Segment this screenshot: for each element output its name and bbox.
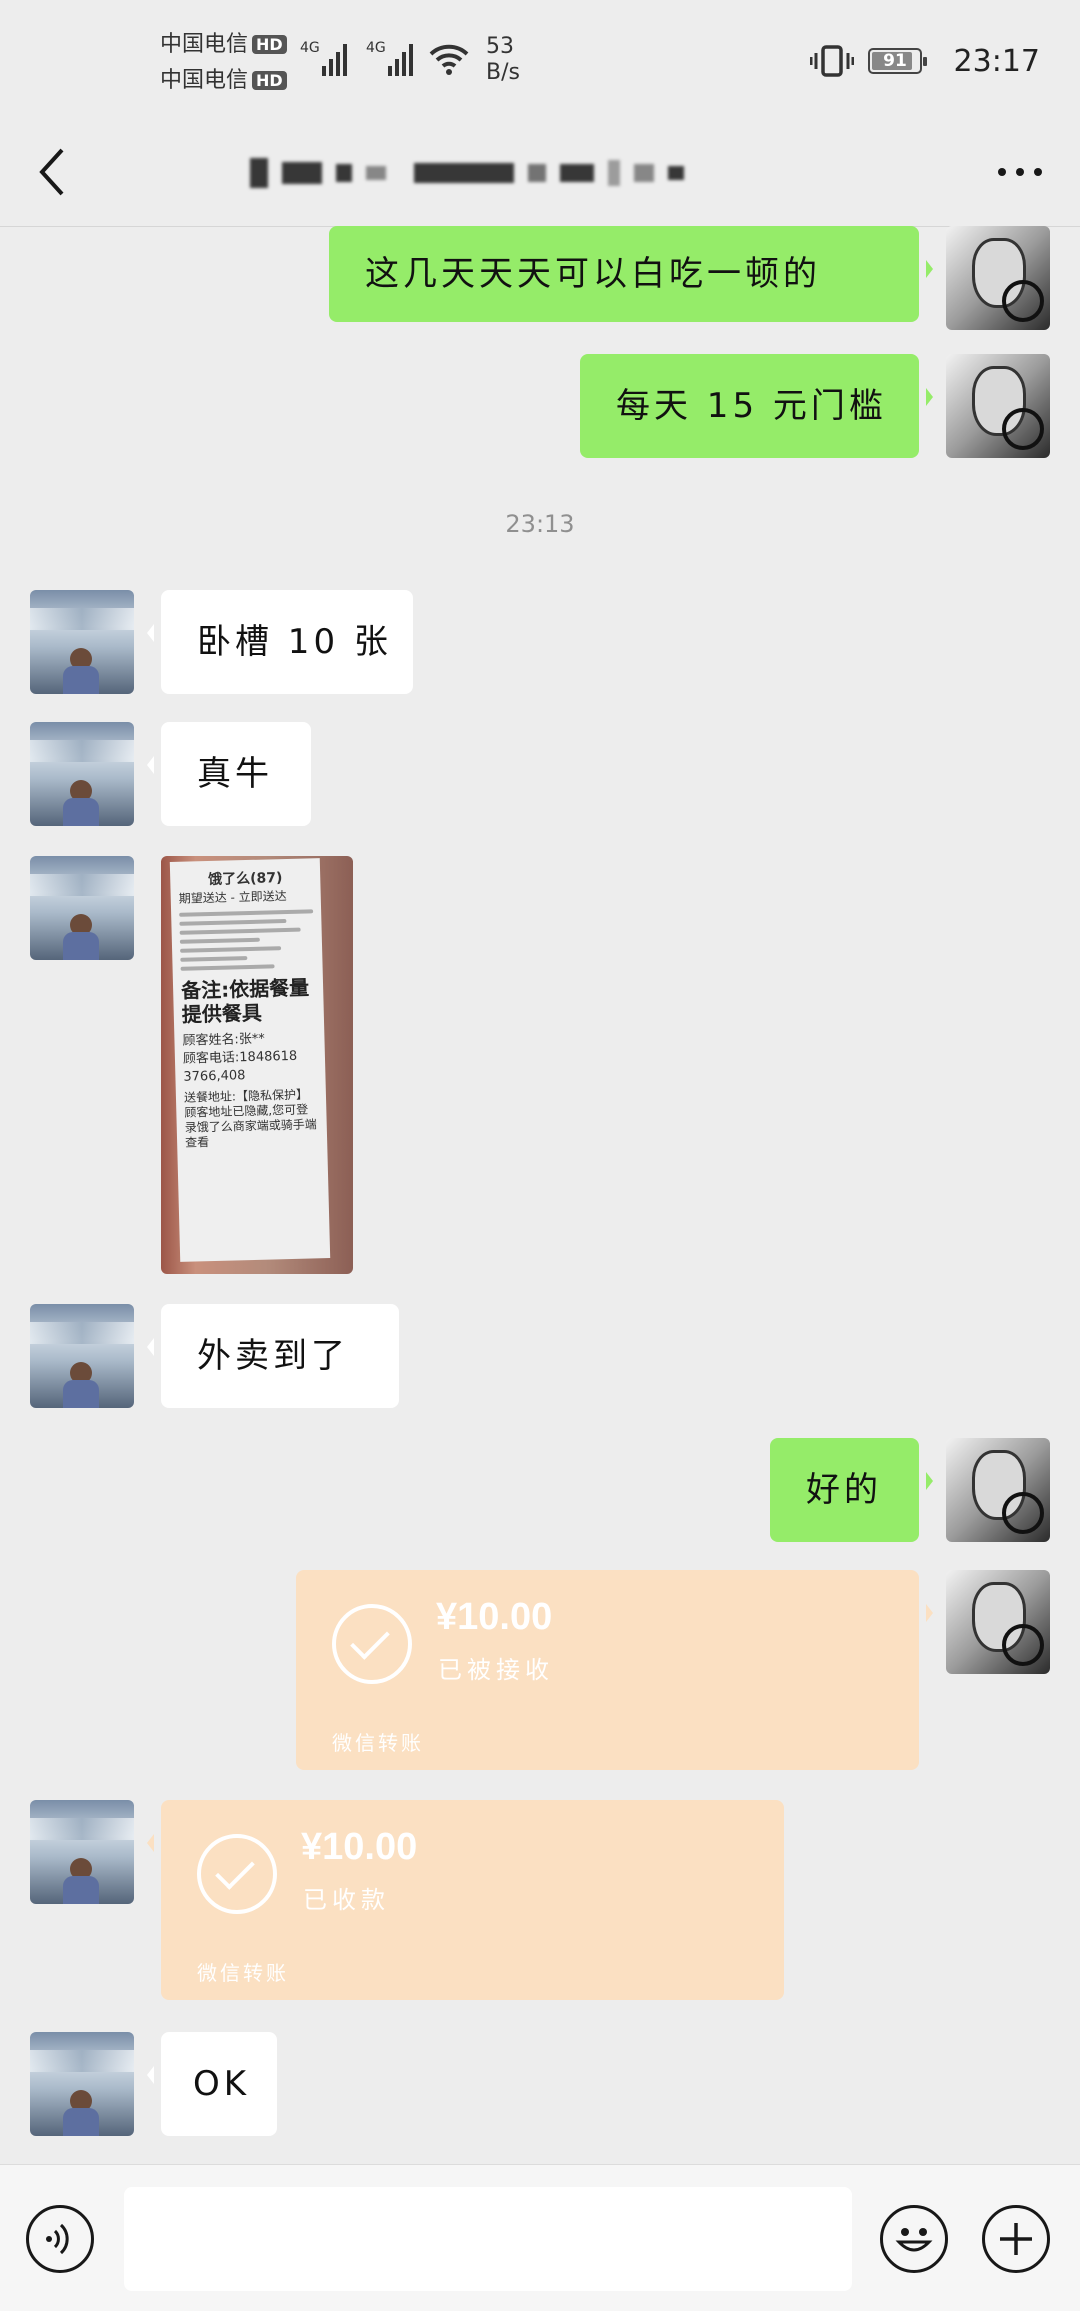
transfer-footer: 微信转账 xyxy=(197,1961,289,1985)
signal-icon xyxy=(322,40,347,76)
carrier-row-1: 中国电信 HD xyxy=(160,26,287,58)
receipt-phone: 顾客电话:1848618 3766,408 xyxy=(182,1048,298,1085)
receipt-privacy: 送餐地址:【隐私保护】顾客地址已隐藏,您可登录饿了么商家端或骑手端查看 xyxy=(183,1087,317,1150)
input-bar xyxy=(0,2164,1080,2311)
status-bar: 中国电信 HD 中国电信 HD 4G 4G 53 B/s 91 23:17 xyxy=(0,0,1080,120)
message-text: 外卖到了 xyxy=(197,1336,349,1376)
battery-icon: 91 xyxy=(868,48,927,74)
back-arrow-icon[interactable] xyxy=(30,142,74,202)
contact-avatar[interactable] xyxy=(30,2032,134,2136)
message-bubble-incoming[interactable]: OK xyxy=(147,2032,277,2136)
voice-icon[interactable] xyxy=(26,2205,94,2273)
message-timestamp: 23:13 xyxy=(505,510,575,538)
carrier-name-1: 中国电信 xyxy=(160,32,249,57)
hd-badge-1: HD xyxy=(252,35,287,54)
contact-avatar[interactable] xyxy=(30,1800,134,1904)
carrier-row-2: 中国电信 HD xyxy=(160,62,287,94)
transfer-card-outgoing[interactable]: ¥10.00 已被接收 微信转账 xyxy=(296,1570,933,1770)
chat-area[interactable]: 这几天天天可以白吃一顿的 每天 15 元门槛 23:13 卧槽 10 张 真牛 … xyxy=(0,226,1080,2164)
message-text: 好的 xyxy=(806,1470,882,1510)
hd-badge-2: HD xyxy=(252,71,287,90)
contact-avatar[interactable] xyxy=(30,856,134,960)
wifi-icon xyxy=(429,44,469,75)
message-bubble-outgoing[interactable]: 每天 15 元门槛 xyxy=(580,354,933,458)
network-type-1: 4G xyxy=(300,40,320,56)
battery-level: 91 xyxy=(883,51,907,71)
contact-avatar[interactable] xyxy=(30,590,134,694)
my-avatar[interactable] xyxy=(946,354,1050,458)
transfer-amount: ¥10.00 xyxy=(301,1826,418,1868)
message-bubble-outgoing[interactable]: 这几天天天可以白吃一顿的 xyxy=(329,226,933,322)
receipt-note: 备注:依据餐量提供餐具 xyxy=(180,975,310,1027)
emoji-icon[interactable] xyxy=(880,2205,948,2273)
net-speed-unit: B/s xyxy=(486,60,520,85)
signal-icon-2 xyxy=(388,40,413,76)
receipt-subheader: 期望送达 - 立即送达 xyxy=(178,888,287,906)
message-text: OK xyxy=(193,2064,251,2104)
message-text: 真牛 xyxy=(197,754,273,794)
message-bubble-incoming[interactable]: 卧槽 10 张 xyxy=(147,590,413,694)
contact-avatar[interactable] xyxy=(30,722,134,826)
message-text: 这几天天天可以白吃一顿的 xyxy=(365,254,821,294)
receipt-paper: 饿了么(87) 期望送达 - 立即送达 备注:依据餐量提供餐具 顾客姓名:张**… xyxy=(169,858,331,1262)
my-avatar[interactable] xyxy=(946,1570,1050,1674)
my-avatar[interactable] xyxy=(946,226,1050,330)
checkmark-icon xyxy=(332,1604,412,1684)
contact-avatar[interactable] xyxy=(30,1304,134,1408)
message-text: 卧槽 10 张 xyxy=(197,622,392,662)
message-bubble-incoming[interactable]: 真牛 xyxy=(147,722,311,826)
net-speed-value: 53 xyxy=(486,34,514,59)
chat-title-redacted xyxy=(250,148,830,198)
transfer-status: 已被接收 xyxy=(438,1656,554,1684)
message-text: 每天 15 元门槛 xyxy=(616,386,887,426)
receipt-photo[interactable]: 饿了么(87) 期望送达 - 立即送达 备注:依据餐量提供餐具 顾客姓名:张**… xyxy=(161,856,353,1274)
checkmark-icon xyxy=(197,1834,277,1914)
message-bubble-incoming[interactable]: 外卖到了 xyxy=(147,1304,399,1408)
transfer-card-incoming[interactable]: ¥10.00 已收款 微信转账 xyxy=(147,1800,784,2000)
transfer-amount: ¥10.00 xyxy=(436,1596,553,1638)
my-avatar[interactable] xyxy=(946,1438,1050,1542)
message-input[interactable] xyxy=(124,2187,852,2291)
net-speed: 53 B/s xyxy=(486,34,520,86)
more-icon[interactable] xyxy=(990,152,1050,192)
transfer-status: 已收款 xyxy=(303,1886,390,1914)
chat-title-bar xyxy=(0,120,1080,227)
message-bubble-outgoing[interactable]: 好的 xyxy=(770,1438,933,1542)
plus-icon[interactable] xyxy=(982,2205,1050,2273)
vibrate-icon xyxy=(810,45,854,77)
network-type-2: 4G xyxy=(366,40,386,56)
status-clock: 23:17 xyxy=(953,44,1040,79)
carrier-name-2: 中国电信 xyxy=(160,68,249,93)
transfer-footer: 微信转账 xyxy=(332,1731,424,1755)
